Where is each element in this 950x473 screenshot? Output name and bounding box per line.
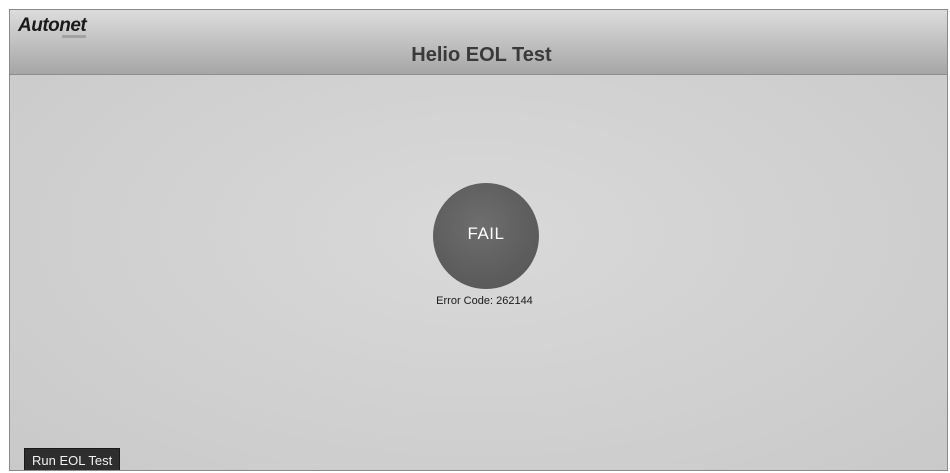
page-title: Helio EOL Test bbox=[411, 44, 552, 66]
error-code-value: 262144 bbox=[496, 295, 533, 307]
header-bar: Autonet Helio EOL Test bbox=[10, 10, 947, 75]
app-window: Autonet Helio EOL Test FAIL Error Code: … bbox=[9, 9, 948, 471]
error-code-line: Error Code: 262144 bbox=[10, 295, 947, 307]
logo-tagline-mark bbox=[62, 35, 86, 38]
run-eol-test-button[interactable]: Run EOL Test bbox=[24, 448, 121, 470]
main-content: FAIL Error Code: 262144 Run EOL Test bbox=[10, 75, 947, 470]
test-result-indicator: FAIL bbox=[433, 183, 539, 289]
test-result-label: FAIL bbox=[467, 224, 505, 243]
autonet-logo: Autonet bbox=[18, 15, 87, 36]
error-code-label: Error Code: bbox=[436, 295, 494, 307]
